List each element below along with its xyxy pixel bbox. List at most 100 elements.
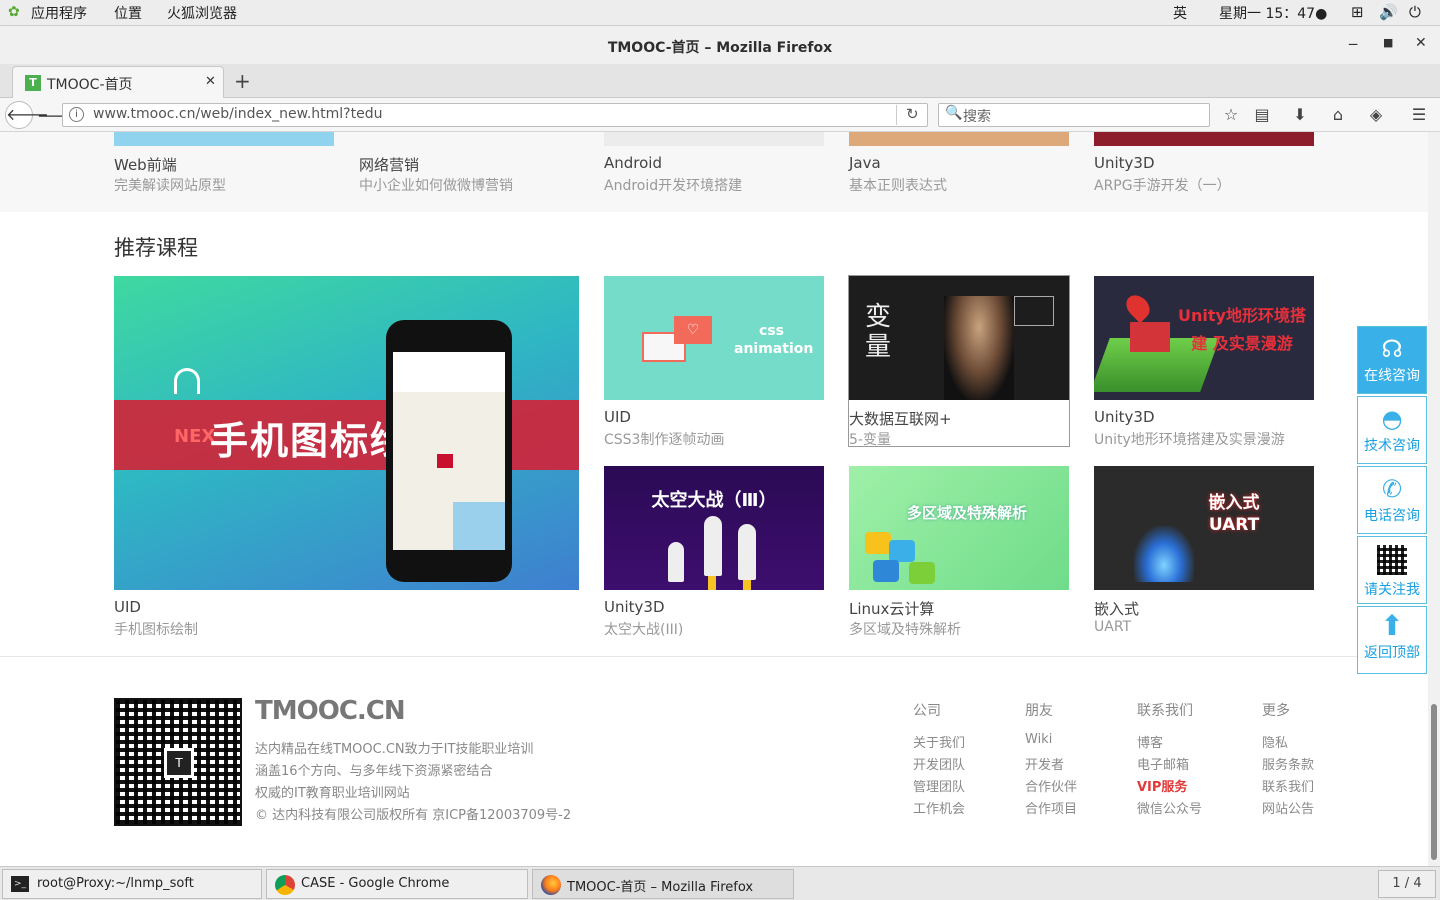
bookmarks-list-icon[interactable]: ▤ — [1251, 104, 1273, 126]
course-thumb[interactable] — [604, 132, 824, 146]
volume-icon[interactable]: 🔊 — [1379, 3, 1398, 21]
close-window-icon[interactable]: ✕ — [1415, 35, 1427, 51]
course-thumb-css[interactable]: ♡ css animation — [604, 276, 824, 400]
course-subtitle[interactable]: ARPG手游开发（一） — [1094, 175, 1231, 195]
chip-glow-illustration — [1134, 526, 1194, 582]
course-title[interactable]: Unity3D — [604, 598, 665, 616]
course-subtitle[interactable]: 完美解读网站原型 — [114, 175, 226, 195]
course-thumb-linux[interactable]: 多区域及特殊解析 — [849, 466, 1069, 590]
footer-col-heading: 公司 — [913, 703, 941, 719]
side-tech-consult[interactable]: ◓ 技术咨询 — [1357, 396, 1427, 464]
firefox-icon — [541, 875, 561, 895]
task-terminal[interactable]: >_ root@Proxy:~/lnmp_soft — [2, 869, 262, 899]
tab-tmooc[interactable]: T TMOOC-首页 ✕ — [12, 66, 224, 98]
course-subtitle[interactable]: 中小企业如何做微博营销 — [359, 175, 513, 195]
search-bar[interactable]: 🔍 搜索 — [938, 103, 1210, 127]
top-course-band: Web前端 完美解读网站原型 网络营销 中小企业如何做微博营销 Android … — [0, 132, 1428, 212]
search-placeholder[interactable]: 搜索 — [963, 106, 991, 126]
course-subtitle[interactable]: CSS3制作逐帧动画 — [604, 429, 724, 449]
side-online-consult[interactable]: ☊ 在线咨询 — [1357, 326, 1427, 394]
close-tab-icon[interactable]: ✕ — [205, 74, 216, 89]
course-subtitle[interactable]: 基本正则表达式 — [849, 175, 947, 195]
footer-col-heading: 朋友 — [1025, 703, 1053, 719]
course-thumb[interactable] — [1094, 132, 1314, 146]
footer-link[interactable]: Wiki — [1025, 732, 1052, 747]
site-info-icon[interactable]: i — [69, 107, 84, 122]
course-subtitle[interactable]: UART — [1094, 619, 1131, 635]
applications-menu[interactable]: 应用程序 — [31, 3, 87, 23]
back-button[interactable]: 🡐 — [5, 101, 49, 129]
rocket-icon — [704, 516, 722, 576]
footer-link-vip[interactable]: VIP服务 — [1137, 776, 1187, 795]
footer-link[interactable]: 开发者 — [1025, 754, 1064, 773]
footer-link[interactable]: 关于我们 — [913, 732, 965, 751]
workspace-switcher[interactable]: 1 / 4 — [1378, 870, 1436, 898]
course-title[interactable]: Android — [604, 154, 662, 172]
side-follow-us[interactable]: 请关注我 — [1357, 536, 1427, 604]
footer-link[interactable]: 合作伙伴 — [1025, 776, 1077, 795]
footer-link[interactable]: 隐私 — [1262, 732, 1288, 751]
network-icon[interactable]: ⊞ — [1351, 3, 1364, 21]
power-icon[interactable]: ⏻ — [1409, 3, 1421, 21]
task-chrome[interactable]: CASE - Google Chrome — [266, 869, 528, 899]
footer-link[interactable]: 网站公告 — [1262, 798, 1314, 817]
course-title[interactable]: UID — [114, 598, 141, 616]
bookmark-star-icon[interactable]: ☆ — [1220, 104, 1242, 126]
course-subtitle[interactable]: 多区域及特殊解析 — [849, 619, 961, 639]
input-method-indicator[interactable]: 英 — [1173, 3, 1187, 23]
course-title[interactable]: 大数据互联网+ — [849, 408, 952, 429]
page-scrollbar[interactable] — [1428, 132, 1440, 866]
pocket-icon[interactable]: ◈ — [1365, 104, 1387, 126]
course-title[interactable]: 网络营销 — [359, 154, 419, 175]
firefox-app-menu[interactable]: 火狐浏览器 — [167, 3, 237, 23]
home-icon[interactable]: ⌂ — [1327, 104, 1349, 126]
footer-link[interactable]: 开发团队 — [913, 754, 965, 773]
footer-link[interactable]: 合作项目 — [1025, 798, 1077, 817]
footer-link[interactable]: 联系我们 — [1262, 776, 1314, 795]
url-bar[interactable]: i www.tmooc.cn/web/index_new.html?tedu ↻ — [62, 103, 928, 127]
places-menu[interactable]: 位置 — [114, 3, 142, 23]
course-title[interactable]: Linux云计算 — [849, 598, 934, 619]
location-pin-icon — [1121, 290, 1155, 324]
course-thumb-unity-terrain[interactable]: Unity地形环境搭建 及实景漫游 — [1094, 276, 1314, 400]
course-subtitle[interactable]: Unity地形环境搭建及实景漫游 — [1094, 429, 1285, 449]
side-label: 技术咨询 — [1364, 438, 1420, 454]
side-back-to-top[interactable]: ⬆ 返回顶部 — [1357, 606, 1427, 674]
url-divider — [896, 105, 897, 125]
course-thumb-space-war[interactable]: 太空大战（Ⅲ） — [604, 466, 824, 590]
course-thumb[interactable] — [849, 132, 1069, 146]
course-subtitle[interactable]: 太空大战(III) — [604, 619, 683, 639]
footer-link[interactable]: 电子邮箱 — [1137, 754, 1189, 773]
footer-link[interactable]: 工作机会 — [913, 798, 965, 817]
course-thumb[interactable] — [114, 132, 334, 146]
course-title[interactable]: Unity3D — [1094, 408, 1155, 426]
course-title[interactable]: UID — [604, 408, 631, 426]
new-tab-button[interactable]: + — [234, 69, 251, 93]
hamburger-menu-icon[interactable]: ☰ — [1408, 104, 1430, 126]
footer-link[interactable]: 服务条款 — [1262, 754, 1314, 773]
course-subtitle[interactable]: Android开发环境搭建 — [604, 175, 742, 195]
url-text[interactable]: www.tmooc.cn/web/index_new.html?tedu — [93, 106, 382, 122]
reload-icon[interactable]: ↻ — [906, 105, 919, 123]
course-title[interactable]: Unity3D — [1094, 154, 1155, 172]
footer-link[interactable]: 管理团队 — [913, 776, 965, 795]
clock[interactable]: 星期一 15：47● — [1219, 3, 1327, 23]
minimize-icon[interactable]: ‒ — [1348, 34, 1358, 53]
task-label: root@Proxy:~/lnmp_soft — [37, 876, 194, 891]
course-title[interactable]: Java — [849, 154, 881, 172]
course-subtitle[interactable]: 5-变量 — [849, 429, 891, 449]
maximize-icon[interactable]: ■ — [1383, 36, 1393, 49]
scrollbar-thumb[interactable] — [1431, 704, 1437, 860]
course-subtitle[interactable]: 手机图标绘制 — [114, 619, 198, 639]
tmooc-favicon-icon: T — [25, 75, 41, 91]
course-title[interactable]: Web前端 — [114, 154, 177, 175]
course-title[interactable]: 嵌入式 — [1094, 598, 1139, 619]
side-phone-consult[interactable]: ✆ 电话咨询 — [1357, 466, 1427, 534]
featured-course-image[interactable]: NEX 手机图标绘制 — [114, 276, 579, 590]
task-firefox[interactable]: TMOOC-首页 – Mozilla Firefox — [532, 869, 794, 899]
linux-art-text: 多区域及特殊解析 — [907, 504, 1028, 522]
course-thumb-embedded[interactable]: 嵌入式 UART — [1094, 466, 1314, 590]
footer-link[interactable]: 微信公众号 — [1137, 798, 1202, 817]
downloads-icon[interactable]: ⬇ — [1289, 104, 1311, 126]
footer-link[interactable]: 博客 — [1137, 732, 1163, 751]
